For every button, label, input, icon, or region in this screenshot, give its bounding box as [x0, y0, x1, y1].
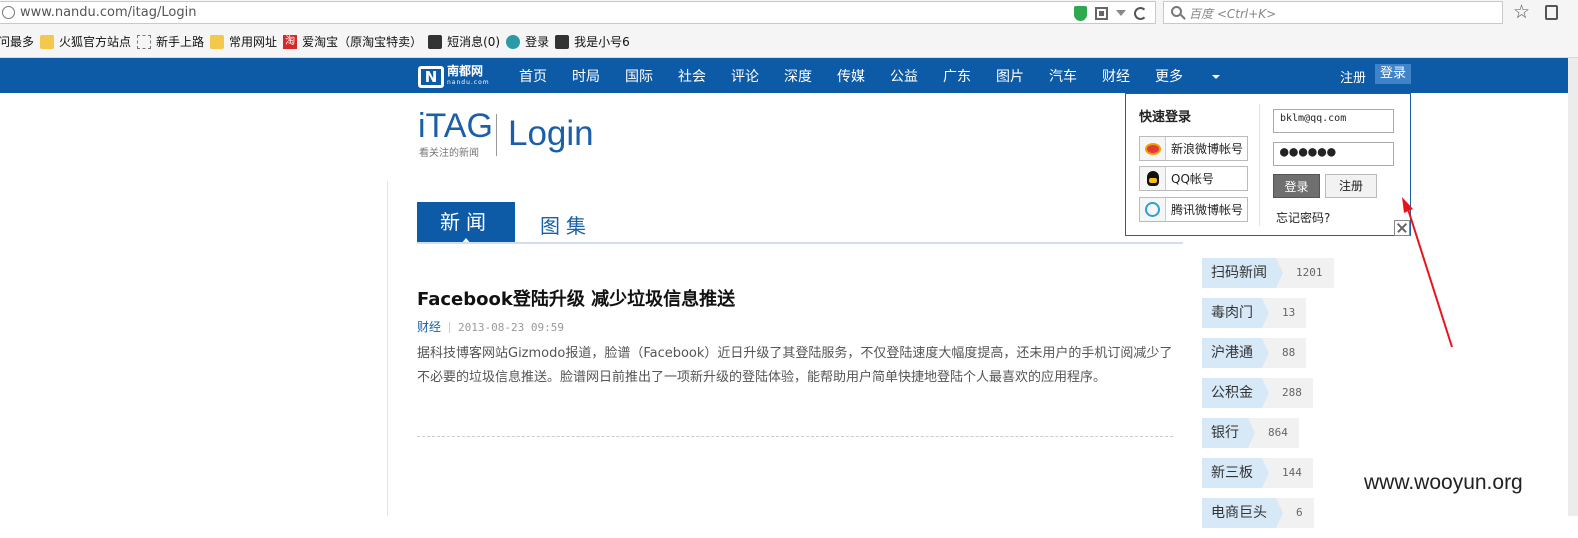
watermark: www.wooyun.org — [1364, 471, 1523, 494]
annotation-arrow — [1402, 197, 1453, 348]
